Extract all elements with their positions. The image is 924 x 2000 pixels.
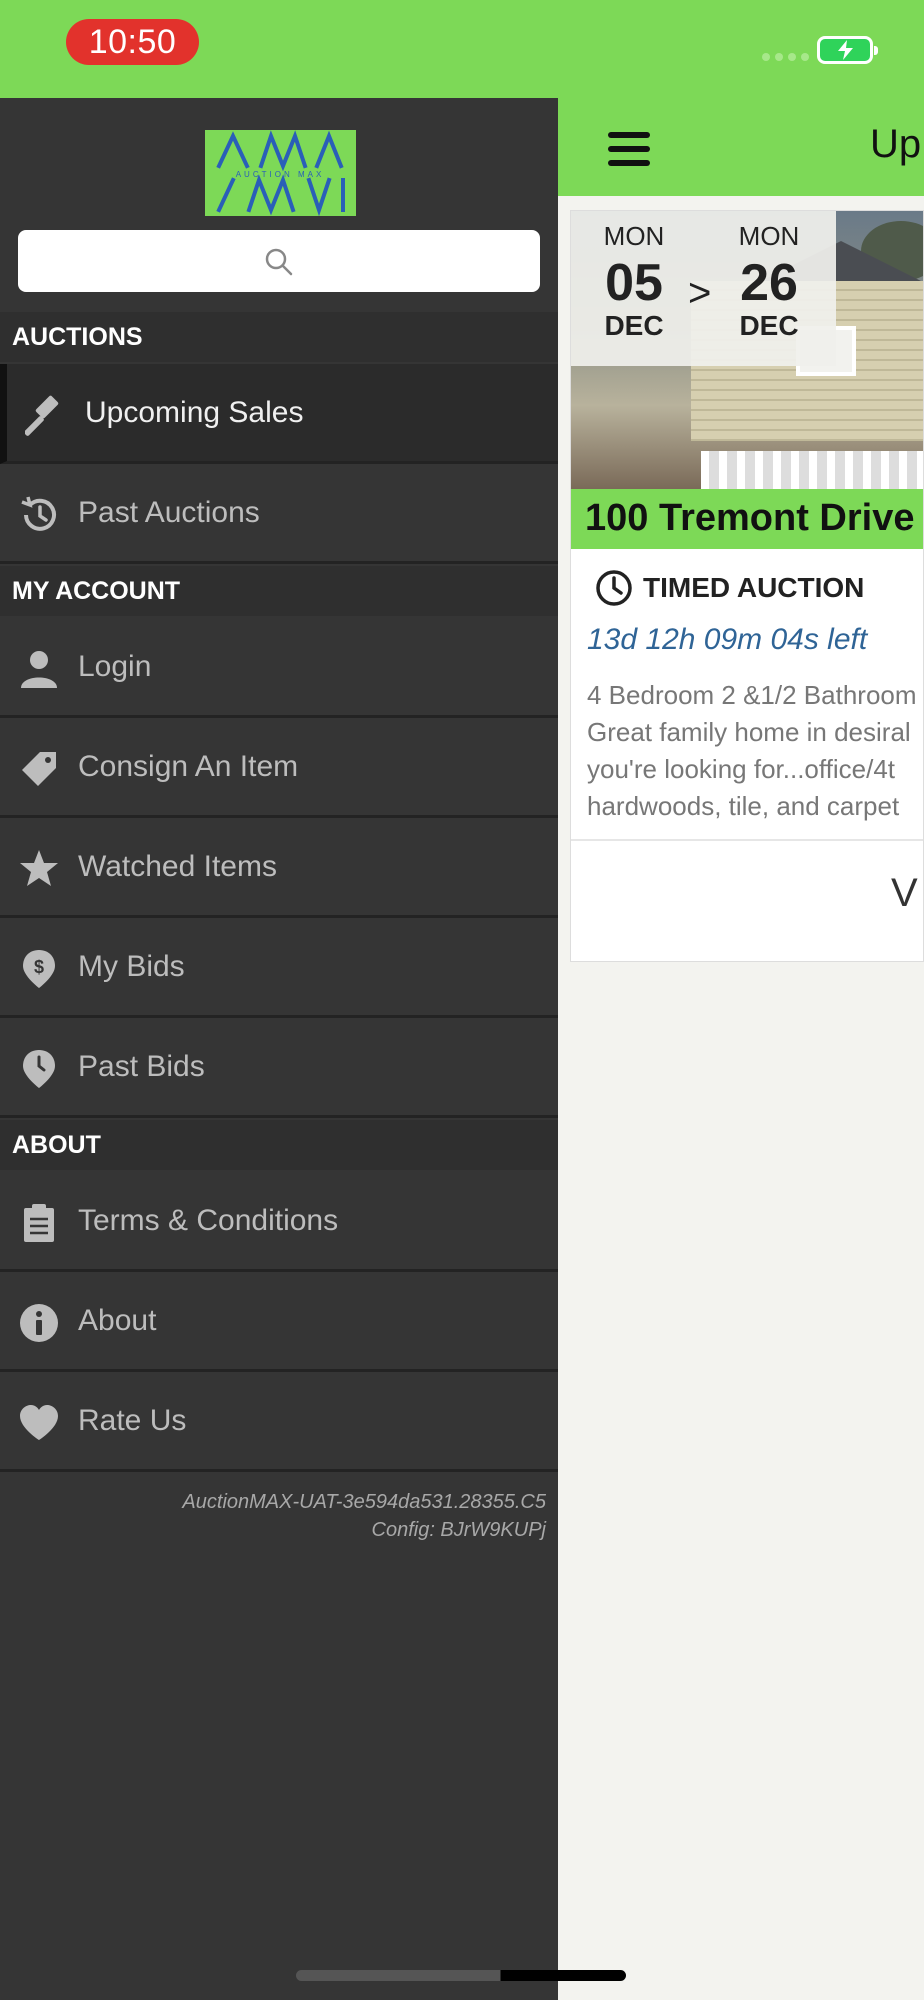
menu-item-past-bids[interactable]: Past Bids [0, 1018, 558, 1118]
clock-icon [596, 570, 632, 606]
auction-type: TIMED AUCTION [595, 569, 864, 607]
menu-item-label: Consign An Item [78, 750, 299, 783]
card-divider [571, 839, 923, 841]
menu-item-label: Watched Items [78, 850, 277, 883]
menu-item-label: About [78, 1304, 157, 1337]
menu-item-about[interactable]: About [0, 1272, 558, 1372]
menu-item-label: Upcoming Sales [85, 396, 304, 429]
date-arrow: > [688, 271, 712, 315]
clock-pin-icon [23, 1050, 55, 1088]
start-month: DEC [604, 310, 664, 341]
description-line: hardwoods, tile, and carpet [587, 791, 900, 821]
section-header-about: ABOUT [0, 1120, 558, 1170]
menu-item-label: Rate Us [78, 1404, 187, 1437]
menu-item-upcoming-sales[interactable]: Upcoming Sales [0, 364, 558, 464]
history-icon [21, 496, 56, 531]
view-auction-button[interactable]: V [891, 871, 918, 916]
menu-item-my-bids[interactable]: $ My Bids [0, 918, 558, 1018]
star-icon [20, 850, 58, 886]
battery-charging-icon [817, 36, 878, 64]
menu-item-label: Terms & Conditions [78, 1204, 339, 1237]
hamburger-menu-icon[interactable] [608, 132, 650, 166]
build-info: AuctionMAX-UAT-3e594da531.28355.C5 Confi… [182, 1488, 546, 1544]
home-indicator[interactable] [296, 1970, 626, 1981]
search-icon [265, 248, 293, 276]
tag-icon [22, 752, 56, 786]
auction-description: 4 Bedroom 2 &1/2 Bathroom Great family h… [587, 677, 923, 825]
cellular-signal-icon [762, 53, 809, 61]
config-id: Config: BJrW9KUPj [371, 1519, 547, 1541]
auction-card[interactable]: MON 05 DEC > MON 26 DEC 100 Tremont Driv… [570, 210, 924, 962]
menu-item-rate-us[interactable]: Rate Us [0, 1372, 558, 1472]
section-header-auctions: AUCTIONS [0, 312, 558, 362]
menu-item-label: Past Bids [78, 1050, 205, 1083]
description-line: Great family home in desiral [587, 717, 911, 747]
menu-item-consign-an-item[interactable]: Consign An Item [0, 718, 558, 818]
user-icon [21, 651, 57, 688]
side-drawer: AUCTION MAX AUCTIONS Upcoming Sales Past… [0, 98, 558, 2000]
status-bar: 10:50 [0, 0, 924, 98]
info-icon [20, 1304, 58, 1342]
section-header-my-account: MY ACCOUNT [0, 566, 558, 616]
status-time: 10:50 [66, 19, 199, 65]
nav-bar: Up [558, 98, 924, 196]
main-pane: Up MON 05 DEC > MON 26 DEC 100 Tremont D… [558, 98, 924, 2000]
svg-text:$: $ [34, 957, 44, 977]
start-date: MON 05 DEC [579, 221, 689, 342]
gavel-icon [25, 395, 59, 436]
description-line: 4 Bedroom 2 &1/2 Bathroom [587, 680, 917, 710]
end-day: 26 [740, 254, 798, 312]
time-left: 13d 12h 09m 04s left [587, 623, 868, 656]
menu-item-watched-items[interactable]: Watched Items [0, 818, 558, 918]
end-month: DEC [739, 310, 799, 341]
menu-item-terms-conditions[interactable]: Terms & Conditions [0, 1172, 558, 1272]
auction-type-label: TIMED AUCTION [643, 572, 865, 603]
auction-max-logo: AUCTION MAX [205, 130, 356, 217]
logo-text: AUCTION MAX [236, 170, 325, 179]
menu-item-login[interactable]: Login [0, 618, 558, 718]
build-version: AuctionMAX-UAT-3e594da531.28355.C5 [182, 1491, 546, 1513]
auction-date-range: MON 05 DEC > MON 26 DEC [571, 211, 836, 366]
start-dow: MON [603, 221, 665, 251]
nav-title: Up [870, 122, 922, 166]
heart-icon [20, 1405, 58, 1440]
auction-title: 100 Tremont Drive [585, 497, 915, 539]
menu-item-label: My Bids [78, 950, 185, 983]
clipboard-icon [24, 1204, 54, 1242]
auction-title-bar: 100 Tremont Drive [571, 489, 923, 549]
dollar-pin-icon: $ [23, 950, 55, 988]
start-day: 05 [605, 254, 663, 312]
menu-item-past-auctions[interactable]: Past Auctions [0, 464, 558, 564]
description-line: you're looking for...office/4t [587, 754, 896, 784]
drawer-search[interactable] [18, 230, 540, 292]
end-dow: MON [738, 221, 800, 251]
menu-item-label: Login [78, 650, 152, 683]
menu-item-label: Past Auctions [78, 496, 260, 529]
end-date: MON 26 DEC [714, 221, 824, 342]
